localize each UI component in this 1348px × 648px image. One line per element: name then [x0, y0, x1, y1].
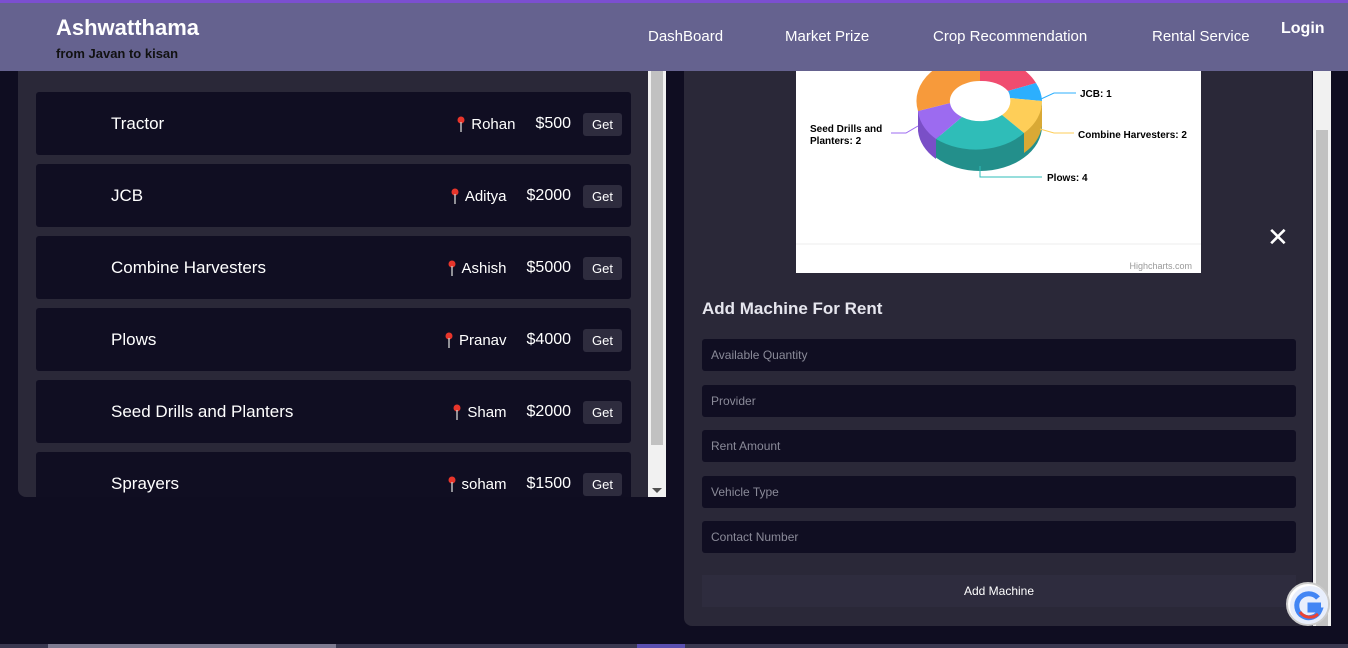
machine-provider: soham	[461, 475, 507, 493]
scrollbar-marker	[637, 644, 685, 648]
scrollbar-thumb[interactable]	[1316, 130, 1328, 626]
location-pin-icon	[451, 188, 459, 204]
machine-provider: Pranav	[459, 331, 507, 349]
brand-subtitle: from Javan to kisan	[56, 46, 179, 61]
nav-rental-service[interactable]: Rental Service	[1152, 28, 1250, 45]
get-button[interactable]: Get	[583, 112, 622, 136]
get-button[interactable]: Get	[583, 184, 622, 208]
contact-number-input[interactable]	[702, 521, 1296, 553]
google-translate-icon[interactable]	[1286, 582, 1330, 626]
close-icon[interactable]: ✕	[1267, 224, 1289, 250]
panel-scrollbar[interactable]	[1313, 71, 1331, 626]
provider-input[interactable]	[702, 385, 1296, 417]
connector-seed	[891, 125, 919, 134]
machine-list-scrollbar[interactable]	[648, 71, 666, 497]
clip-sprayers: Sprayers soham $1500 Get	[0, 452, 648, 497]
machine-card-seed-drills: Seed Drills and Planters Sham $2000 Get	[36, 380, 631, 443]
top-navbar: Ashwatthama from Javan to kisan DashBoar…	[0, 0, 1348, 71]
machine-price: $2000	[526, 187, 572, 204]
rental-donut-chart: JCB: 1 Combine Harvesters: 2 Plows: 4 Se…	[796, 71, 1201, 273]
machine-price: $5000	[526, 259, 572, 276]
connector-jcb	[1040, 92, 1076, 100]
machine-name: JCB	[111, 186, 144, 205]
nav-market-prize[interactable]: Market Prize	[785, 28, 869, 45]
location-pin-icon	[457, 116, 465, 132]
add-machine-button[interactable]: Add Machine	[702, 575, 1296, 607]
get-button[interactable]: Get	[583, 472, 622, 496]
machine-provider: Ashish	[461, 259, 507, 277]
location-pin-icon	[453, 404, 461, 420]
available-quantity-input[interactable]	[702, 339, 1296, 371]
location-pin-icon	[448, 476, 455, 492]
label-seed-line2: Planters: 2	[810, 136, 862, 147]
machine-card-sprayers: Sprayers soham $1500 Get	[36, 452, 631, 497]
machine-provider: Sham	[467, 403, 507, 421]
scrollbar-thumb[interactable]	[48, 644, 336, 648]
get-button[interactable]: Get	[583, 328, 622, 352]
label-combine: Combine Harvesters: 2	[1078, 130, 1187, 141]
page-horizontal-scrollbar[interactable]	[0, 644, 1348, 648]
machine-price: $500	[535, 115, 572, 132]
machine-card-combine-harvesters: Combine Harvesters Ashish $5000 Get	[36, 236, 631, 299]
label-plows: Plows: 4	[1047, 173, 1088, 184]
machine-price: $2000	[526, 403, 572, 420]
machine-name: Seed Drills and Planters	[111, 402, 294, 421]
machine-name: Combine Harvesters	[111, 258, 266, 277]
location-pin-icon	[448, 260, 455, 276]
rent-amount-input[interactable]	[702, 430, 1296, 462]
machine-card-jcb: JCB Aditya $2000 Get	[36, 164, 631, 227]
location-pin-icon	[445, 332, 453, 348]
brand-title[interactable]: Ashwatthama	[56, 15, 199, 41]
machine-provider: Rohan	[471, 115, 516, 133]
connector-combine	[1039, 128, 1074, 134]
vehicle-type-input[interactable]	[702, 476, 1296, 508]
form-title: Add Machine For Rent	[702, 299, 883, 318]
machine-price: $4000	[526, 331, 572, 348]
login-link[interactable]: Login	[1281, 20, 1325, 38]
label-jcb: JCB: 1	[1080, 89, 1112, 100]
machine-card-tractor: Tractor Rohan $500 Get	[36, 92, 631, 155]
get-button[interactable]: Get	[583, 256, 622, 280]
machine-name: Plows	[111, 330, 157, 349]
machine-name: Tractor	[111, 114, 165, 133]
machine-card-plows: Plows Pranav $4000 Get	[36, 308, 631, 371]
get-button[interactable]: Get	[583, 400, 622, 424]
nav-crop-recommendation[interactable]: Crop Recommendation	[933, 28, 1087, 45]
scrollbar-thumb[interactable]	[651, 71, 663, 445]
machine-name: Sprayers	[111, 474, 180, 493]
machine-provider: Aditya	[464, 187, 507, 205]
nav-dashboard[interactable]: DashBoard	[648, 28, 723, 45]
highcharts-credits[interactable]: Highcharts.com	[1129, 261, 1192, 271]
machine-price: $1500	[526, 475, 572, 492]
label-seed-line1: Seed Drills and	[810, 124, 882, 135]
chart-svg: JCB: 1 Combine Harvesters: 2 Plows: 4 Se…	[796, 71, 1201, 245]
scroll-down-arrow-icon[interactable]	[652, 488, 662, 493]
